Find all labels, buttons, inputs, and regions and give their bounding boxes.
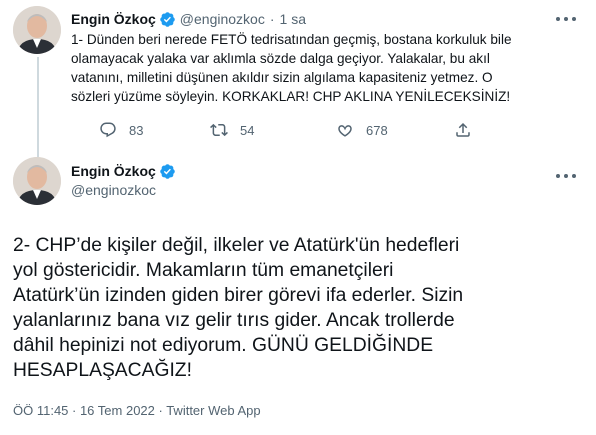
parent-tweet[interactable]: Engin Özkoç @enginozkoc · 1 sa 1- Dünden… [0, 0, 596, 157]
tweet-actions: 83 54 678 [71, 121, 491, 141]
parent-tweet-header: Engin Özkoç @enginozkoc · 1 sa [71, 9, 306, 29]
tweet-text-line: vatanını, milletini düşünen akıldır sizi… [71, 70, 493, 85]
verified-badge-icon [160, 163, 175, 179]
author-handle[interactable]: @enginozkoc [71, 182, 156, 198]
main-tweet-header: Engin Özkoç [71, 161, 180, 181]
author-name[interactable]: Engin Özkoç [71, 11, 156, 27]
reply-count: 83 [129, 122, 144, 138]
tweet-text-line: yalanlarınız bana vız gelir tırıs gider.… [13, 310, 455, 331]
tweet-text-line: 2- CHP’de kişiler değil, ilkeler ve Atat… [13, 235, 460, 256]
share-icon [456, 122, 470, 137]
separator: · [269, 11, 275, 27]
tweet-text: 2- CHP’de kişiler değil, ilkeler ve Atat… [13, 233, 588, 383]
like-count: 678 [366, 122, 388, 138]
more-options-icon[interactable] [556, 12, 576, 26]
avatar[interactable] [13, 157, 61, 205]
tweet-text-line: dâhil hepinizi not ediyorum. GÜNÜ GELDİĞ… [13, 335, 434, 356]
verified-badge-icon [160, 11, 175, 27]
avatar-photo [13, 157, 61, 205]
tweet-time[interactable]: 1 sa [280, 11, 306, 27]
tweet-text-line: 1- Dünden beri nerede FETÖ tedrisatından… [71, 32, 512, 47]
avatar[interactable] [13, 6, 61, 54]
like-button[interactable]: 678 [336, 121, 388, 139]
main-tweet[interactable]: Engin Özkoç @enginozkoc 2- CHP’de kişile… [0, 157, 596, 435]
tweet-text-line: HESAPLAŞACAĞIZ! [13, 360, 192, 381]
reply-icon [100, 122, 116, 138]
tweet-timestamp[interactable]: ÖÖ 11:45 · 16 Tem 2022 · Twitter Web App [13, 403, 261, 418]
tweet-text-line: Atatürk’ün izinden giden birer görevi if… [13, 285, 464, 306]
tweet-text-line: sözleri yüzüme söyleyin. KORKAKLAR! CHP … [71, 89, 511, 104]
tweet-text-line: olamayacak yalaka var aklımla sözde dalg… [71, 51, 490, 66]
retweet-icon [210, 123, 228, 137]
share-button[interactable] [454, 121, 472, 139]
retweet-button[interactable]: 54 [210, 121, 254, 139]
avatar-photo [13, 6, 61, 54]
thread-connector-line [37, 57, 39, 157]
more-options-icon[interactable] [556, 169, 576, 183]
author-handle[interactable]: @enginozkoc [180, 11, 265, 27]
heart-icon [338, 125, 352, 137]
author-name[interactable]: Engin Özkoç [71, 163, 156, 179]
tweet-text: 1- Dünden beri nerede FETÖ tedrisatından… [71, 30, 571, 106]
reply-button[interactable]: 83 [99, 121, 143, 139]
tweet-text-line: yol göstericidir. Makamların tüm emanetç… [13, 260, 394, 281]
retweet-count: 54 [240, 122, 255, 138]
